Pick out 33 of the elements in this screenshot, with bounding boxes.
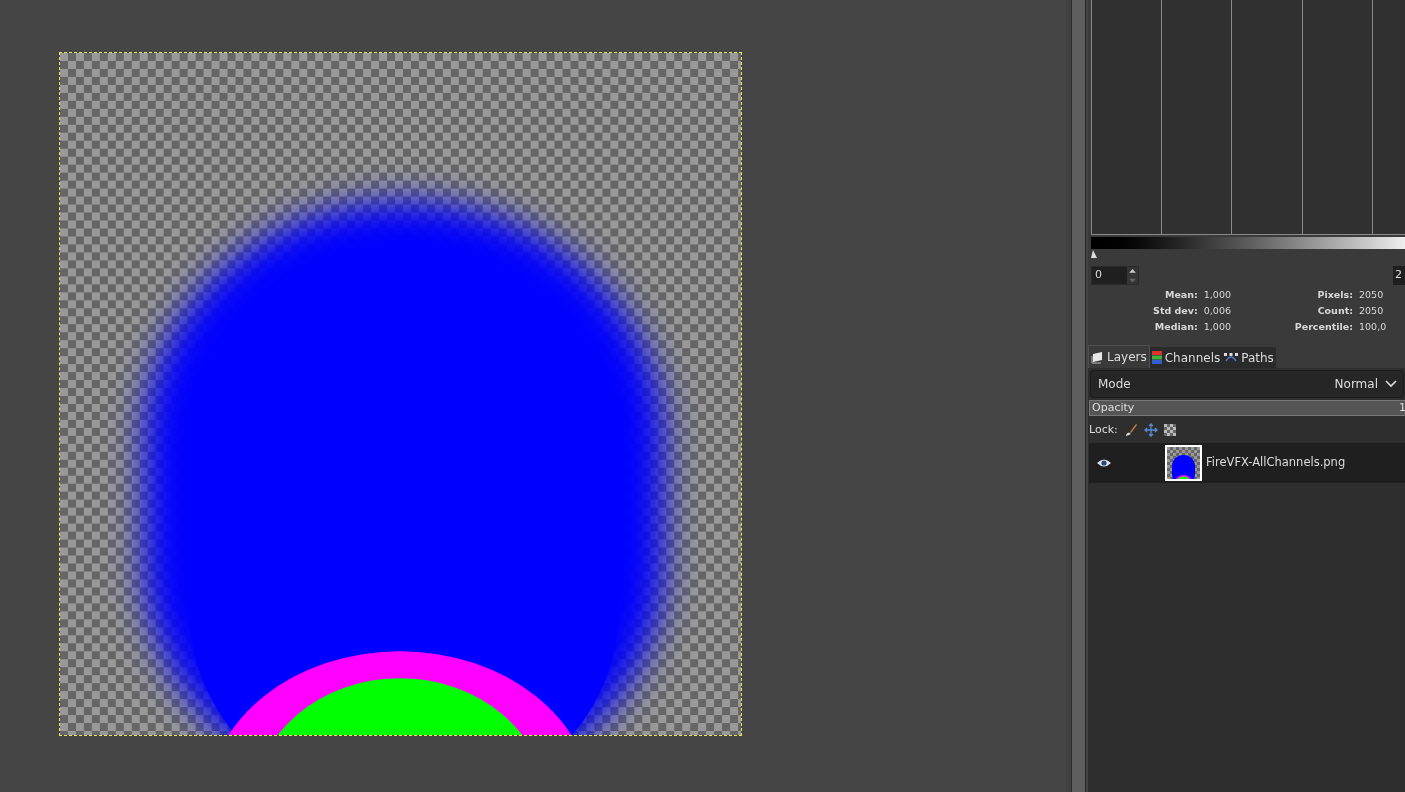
move-icon[interactable] <box>1143 423 1158 437</box>
eye-icon[interactable] <box>1096 458 1112 468</box>
stat-label: Std dev: <box>1152 304 1199 318</box>
panel-tab[interactable]: Paths <box>1222 347 1276 368</box>
checkerboard-icon[interactable] <box>1163 424 1176 436</box>
chevron-down-icon <box>1385 380 1397 388</box>
stat-value: 100,0 <box>1359 320 1387 334</box>
layers-icon <box>1091 350 1104 364</box>
path-icon <box>1224 352 1239 363</box>
stat-value: 1,000 <box>1203 288 1231 302</box>
min-spin-field[interactable]: 0 <box>1091 266 1139 285</box>
mode-dropdown[interactable]: Mode Normal <box>1090 370 1404 398</box>
layer-name: FireVFX-AllChannels.png <box>1206 454 1346 472</box>
layer-thumbnail <box>1165 445 1202 481</box>
layer-row[interactable]: FireVFX-AllChannels.png <box>1089 443 1405 483</box>
stat-value: 0,006 <box>1203 304 1231 318</box>
stat-value: 2050 <box>1359 304 1384 318</box>
stat-label: Median: <box>1153 320 1199 334</box>
dock-handle[interactable] <box>1072 0 1085 792</box>
up-arrow-icon[interactable] <box>1127 267 1138 276</box>
panel-tab[interactable]: Layers <box>1088 345 1150 368</box>
stat-label: Pixels: <box>1316 288 1354 302</box>
max-spin-field[interactable]: 2 <box>1393 266 1405 285</box>
stat-value: 2050 <box>1359 288 1384 302</box>
lock-label: Lock: <box>1089 421 1118 438</box>
stat-label: Mean: <box>1163 288 1199 302</box>
paintbrush-icon[interactable] <box>1123 423 1138 437</box>
stat-label: Count: <box>1316 304 1354 318</box>
stat-label: Percentile: <box>1293 320 1354 334</box>
range-handle-icon[interactable] <box>1091 250 1097 258</box>
channels-icon <box>1151 351 1162 364</box>
stat-value: 1,000 <box>1203 320 1231 334</box>
panel-tab[interactable]: Channels <box>1149 347 1223 368</box>
